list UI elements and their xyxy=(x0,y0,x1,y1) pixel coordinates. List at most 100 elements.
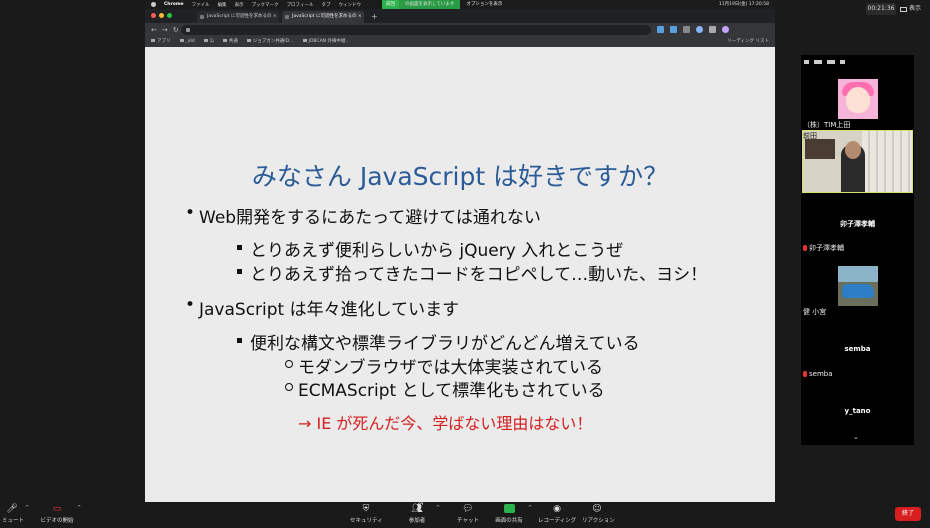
favicon-icon xyxy=(200,15,204,19)
bookmark-item[interactable]: アプリ xyxy=(151,37,171,47)
chevron-up-icon[interactable]: ^ xyxy=(25,505,29,511)
bullet-level-1: JavaScript は年々進化しています xyxy=(185,295,459,320)
maximize-window-icon[interactable] xyxy=(167,13,172,18)
bullet-level-3: ECMAScript として標準化もされている xyxy=(285,376,605,401)
share-screen-icon xyxy=(494,503,524,514)
participants-label: 参加者 xyxy=(408,518,426,524)
address-bar[interactable] xyxy=(181,25,651,35)
participant-tile[interactable]: 卯子澤孝輔 卯子澤孝輔 xyxy=(801,195,914,252)
reload-icon[interactable]: ↻ xyxy=(173,25,179,35)
grid-view-icon xyxy=(900,6,907,12)
menu-item[interactable]: タブ xyxy=(321,2,330,8)
bullet-level-3: モダンブラウザでは大体実装されている xyxy=(285,353,603,378)
bullet-level-2: 便利な構文や標準ライブラリがどんどん増えている xyxy=(237,329,640,354)
bookmark-list: アプリ _old 1j 共通 ジョブカン共通ID… JOBCAN 外線中継… xyxy=(151,37,350,47)
participant-tile[interactable]: 健 小宮 xyxy=(801,255,914,320)
extension-icon[interactable] xyxy=(696,26,703,33)
participants-button[interactable]: 👥︎ 24 参加者 xyxy=(404,501,430,524)
participant-tile[interactable]: semba semba xyxy=(801,325,914,380)
menu-item[interactable]: 表示 xyxy=(235,2,244,8)
participant-display-name: 卯子澤孝輔 xyxy=(840,220,875,228)
apple-icon[interactable] xyxy=(151,2,156,7)
browser-tab-strip: JavaScript に可読性を求めるの × JavaScript に可読性を求… xyxy=(145,9,775,23)
stop-share-button[interactable]: 前回 xyxy=(382,0,399,9)
chevron-up-icon[interactable]: ^ xyxy=(77,505,81,511)
participant-video-active[interactable]: 前田 xyxy=(802,130,913,193)
participant-tile[interactable]: （株）TIM上田 xyxy=(801,55,914,130)
bookmark-item[interactable]: 1j xyxy=(204,37,214,47)
bullet-level-2: とりあえず便利らしいから jQuery 入れとこうぜ xyxy=(236,236,623,261)
menu-item[interactable]: ブックマーク xyxy=(252,2,279,8)
menu-item[interactable]: プロフィール xyxy=(287,2,314,8)
shared-screen: Chrome ファイル 編集 表示 ブックマーク プロフィール タブ ウィンドウ… xyxy=(145,0,775,502)
participant-name-label: semba xyxy=(803,370,833,378)
new-tab-icon[interactable]: + xyxy=(371,11,378,23)
mic-muted-icon xyxy=(803,371,807,377)
menu-item[interactable]: ファイル xyxy=(192,2,210,8)
participant-name: 卯子澤孝輔 xyxy=(809,244,844,252)
security-button[interactable]: ⛨ セキュリティ xyxy=(350,503,383,525)
mac-clock: 11月19日(金) 17:20:58 xyxy=(718,2,769,7)
mute-button[interactable]: 🎤︎ ミュート xyxy=(2,503,24,525)
reading-list-button[interactable]: リーディング リスト xyxy=(727,37,769,47)
favicon-icon xyxy=(285,15,289,19)
share-options-button[interactable]: オプションを表示 xyxy=(460,0,508,9)
forward-icon[interactable]: → xyxy=(162,25,168,35)
video-off-icon: ▭ xyxy=(52,503,62,514)
extension-icon[interactable] xyxy=(670,26,677,33)
record-button[interactable]: ◉ レコーディング xyxy=(538,503,577,525)
microphone-icon: 🎤︎ xyxy=(6,503,18,514)
share-status-text: の画面を表示しています xyxy=(399,0,461,9)
chevron-up-icon[interactable]: ^ xyxy=(436,505,440,511)
menu-item[interactable]: Chrome xyxy=(164,2,184,8)
extension-icon[interactable] xyxy=(657,26,664,33)
end-meeting-button[interactable]: 終了 xyxy=(895,507,921,521)
chevron-up-icon[interactable]: ^ xyxy=(528,505,532,511)
window-controls xyxy=(151,13,172,18)
tab-title: JavaScript に可読性を求めるの × xyxy=(292,14,362,19)
participant-gallery: （株）TIM上田 前田 卯子澤孝輔 卯子澤孝輔 健 小宮 semba semba… xyxy=(801,55,914,445)
chat-button[interactable]: 💬︎ チャット xyxy=(457,503,479,525)
back-icon[interactable]: ← xyxy=(151,25,157,35)
extension-icon[interactable] xyxy=(683,26,690,33)
record-icon: ◉ xyxy=(553,503,561,514)
participant-name: （株）TIM上田 xyxy=(803,121,851,129)
display-button[interactable]: 表示 xyxy=(900,3,921,15)
share-screen-label: 画面の共有 xyxy=(495,518,523,524)
participant-name: semba xyxy=(809,370,833,378)
participants-count: 24 xyxy=(417,501,424,507)
tab-title: JavaScript に可読性を求めるの × xyxy=(207,14,277,19)
profile-icon[interactable] xyxy=(722,26,729,33)
chat-label: チャット xyxy=(457,518,479,524)
share-status-bar: 前回 の画面を表示しています オプションを表示 xyxy=(382,0,508,9)
minimize-window-icon[interactable] xyxy=(159,13,164,18)
mac-menu-bar: Chrome ファイル 編集 表示 ブックマーク プロフィール タブ ウィンドウ… xyxy=(145,0,775,9)
menu-item[interactable]: ウィンドウ xyxy=(338,2,361,8)
reactions-button[interactable]: ☺ リアクション xyxy=(582,503,615,525)
start-video-button[interactable]: ▭ ビデオの開始 xyxy=(40,503,74,525)
close-window-icon[interactable] xyxy=(151,13,156,18)
bookmarks-bar: アプリ _old 1j 共通 ジョブカン共通ID… JOBCAN 外線中継… リ… xyxy=(145,37,775,47)
shield-icon: ⛨ xyxy=(362,503,370,514)
participant-name-label: 卯子澤孝輔 xyxy=(803,243,844,253)
extension-icon[interactable] xyxy=(709,26,716,33)
participant-avatar xyxy=(838,266,878,306)
bookmark-item[interactable]: ジョブカン共通ID… xyxy=(247,37,294,47)
start-video-label: ビデオの開始 xyxy=(40,518,74,524)
bookmark-item[interactable]: 共通 xyxy=(223,37,238,47)
chevron-down-icon[interactable]: ⌄ xyxy=(853,433,859,441)
display-label: 表示 xyxy=(909,5,922,12)
browser-tab[interactable]: JavaScript に可読性を求めるの × xyxy=(197,11,279,23)
mac-menu: Chrome ファイル 編集 表示 ブックマーク プロフィール タブ ウィンドウ xyxy=(164,2,361,8)
meeting-timer: 00:21:36 xyxy=(866,3,896,15)
share-screen-button[interactable]: 画面の共有 xyxy=(494,503,524,524)
chat-icon: 💬︎ xyxy=(462,503,474,514)
menu-item[interactable]: 編集 xyxy=(218,2,227,8)
participant-name: 健 小宮 xyxy=(803,308,827,316)
participant-tile[interactable]: y_tano xyxy=(801,385,914,435)
bookmark-item[interactable]: _old xyxy=(180,37,195,47)
bookmark-item[interactable]: JOBCAN 外線中継… xyxy=(303,37,350,47)
record-label: レコーディング xyxy=(538,518,577,524)
bullet-level-1: Web開発をするにあたって避けては通れない xyxy=(185,203,541,228)
browser-tab-active[interactable]: JavaScript に可読性を求めるの × xyxy=(282,11,364,23)
